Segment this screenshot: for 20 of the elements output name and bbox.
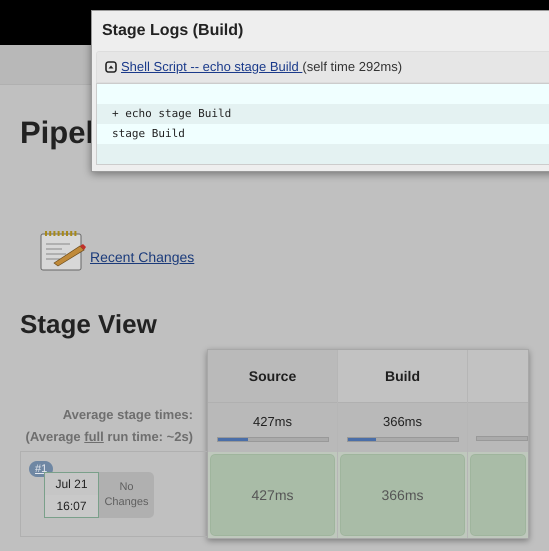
stage-result-cell[interactable]: 366ms <box>340 454 465 536</box>
recent-changes-link[interactable]: Recent Changes <box>90 247 194 268</box>
average-time: 366ms <box>382 413 422 431</box>
run-date: Jul 21 <box>54 476 89 493</box>
collapse-icon[interactable] <box>105 61 117 73</box>
stage-result-cell[interactable]: 427ms <box>210 454 335 536</box>
log-line: stage Build <box>112 126 185 142</box>
stage-header: Source <box>208 350 337 402</box>
dialog-title: Stage Logs (Build) <box>102 21 244 41</box>
changes-label: No Changes <box>99 472 154 518</box>
log-line: + echo stage Build <box>112 106 232 122</box>
average-stage-times-label: Average stage times: <box>62 406 193 424</box>
step-link[interactable]: Shell Script -- echo stage Build <box>121 57 302 77</box>
stage-result-cell[interactable] <box>470 454 526 536</box>
average-run-time-label: (Average full run time: ~2s) <box>26 428 193 446</box>
average-time: 427ms <box>252 413 292 431</box>
section-heading: Stage View <box>20 308 157 340</box>
notepad-pencil-icon <box>40 230 86 272</box>
self-time-label: (self time 292ms) <box>302 58 402 76</box>
page-title: Pipel <box>20 114 94 152</box>
